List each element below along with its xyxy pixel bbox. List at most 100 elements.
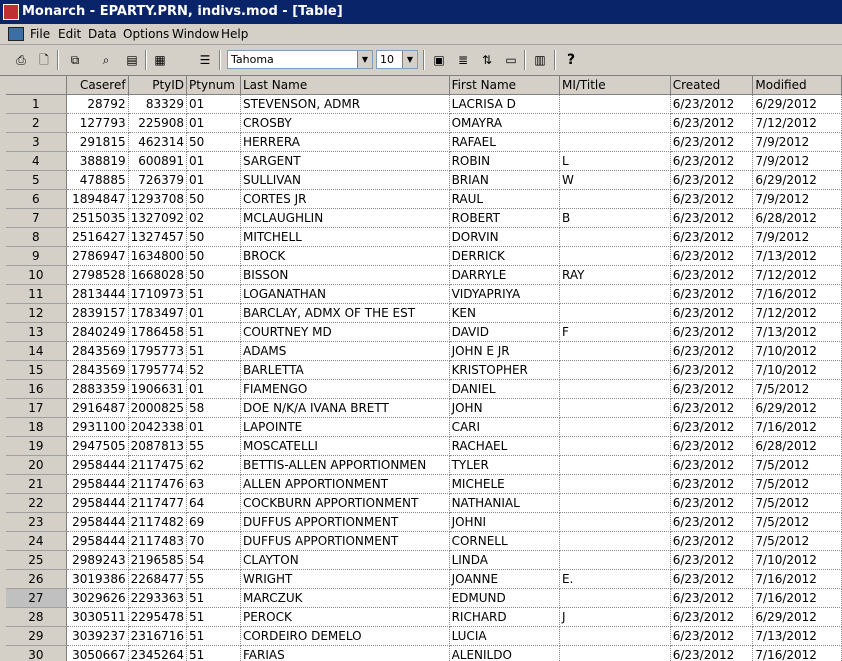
row-number[interactable]: 14 bbox=[6, 341, 67, 361]
table-cell[interactable]: 6/23/2012 bbox=[670, 436, 754, 456]
table-cell[interactable]: MICHELE bbox=[449, 474, 560, 494]
table-cell[interactable]: ROBERT bbox=[449, 208, 560, 228]
table-cell[interactable]: 2293363 bbox=[128, 588, 188, 608]
column-header[interactable]: Last Name bbox=[240, 76, 450, 95]
table-row[interactable]: 14 2843569 1795773 51 ADAMS JOHN E JR 6/23/201… bbox=[6, 341, 842, 361]
sort-button[interactable]: ☰ bbox=[194, 49, 216, 70]
table-cell[interactable]: 291815 bbox=[66, 132, 129, 152]
table-cell[interactable]: KEN bbox=[449, 303, 560, 323]
table-cell[interactable]: MCLAUGHLIN bbox=[240, 208, 450, 228]
table-cell[interactable]: DORVIN bbox=[449, 227, 560, 247]
table-cell[interactable]: STEVENSON, ADMR bbox=[240, 94, 450, 114]
column-header[interactable]: First Name bbox=[449, 76, 560, 95]
table-cell[interactable]: 2798528 bbox=[66, 265, 129, 285]
table-row[interactable]: 30 3050667 2345264 51 FARIAS ALENILDO 6/23/201… bbox=[6, 645, 842, 661]
table-cell[interactable]: 6/23/2012 bbox=[670, 645, 754, 661]
table-cell[interactable]: CORDEIRO DEMELO bbox=[240, 626, 450, 646]
table-cell[interactable]: 6/23/2012 bbox=[670, 170, 754, 190]
table-cell[interactable]: 6/23/2012 bbox=[670, 113, 754, 133]
table-row[interactable]: 28 3030511 2295478 51 PEROCK RICHARD J 6/23/201… bbox=[6, 607, 842, 627]
table-cell[interactable]: ADAMS bbox=[240, 341, 450, 361]
grid-button[interactable]: ▦ bbox=[149, 49, 171, 70]
table-cell[interactable]: 6/23/2012 bbox=[670, 512, 754, 532]
table-cell[interactable] bbox=[559, 455, 671, 475]
table-cell[interactable]: 2947505 bbox=[66, 436, 129, 456]
table-cell[interactable]: CLAYTON bbox=[240, 550, 450, 570]
table-cell[interactable]: 51 bbox=[186, 626, 241, 646]
table-row[interactable]: 21 2958444 2117476 63 ALLEN APPORTIONMENT MIC… bbox=[6, 474, 842, 494]
table-row[interactable]: 29 3039237 2316716 51 CORDEIRO DEMELO LUCIA 6/… bbox=[6, 626, 842, 646]
table-cell[interactable]: LUCIA bbox=[449, 626, 560, 646]
table-cell[interactable] bbox=[559, 512, 671, 532]
table-cell[interactable]: COURTNEY MD bbox=[240, 322, 450, 342]
table-cell[interactable]: 01 bbox=[186, 113, 241, 133]
menu-options[interactable]: Options bbox=[123, 27, 169, 41]
table-cell[interactable]: 6/29/2012 bbox=[752, 170, 842, 190]
table-cell[interactable]: 7/5/2012 bbox=[752, 379, 842, 399]
table-cell[interactable]: 2958444 bbox=[66, 512, 129, 532]
print-button[interactable]: ⎙ bbox=[10, 49, 32, 70]
table-cell[interactable]: 28792 bbox=[66, 94, 129, 114]
table-cell[interactable]: 7/16/2012 bbox=[752, 284, 842, 304]
table-cell[interactable]: DANIEL bbox=[449, 379, 560, 399]
monarch-app-icon[interactable] bbox=[3, 4, 19, 20]
table-cell[interactable]: 726379 bbox=[128, 170, 188, 190]
table-cell[interactable]: 1634800 bbox=[128, 246, 188, 266]
table-cell[interactable]: LAPOINTE bbox=[240, 417, 450, 437]
table-cell[interactable]: SARGENT bbox=[240, 151, 450, 171]
table-cell[interactable]: 58 bbox=[186, 398, 241, 418]
table-cell[interactable] bbox=[559, 94, 671, 114]
table-cell[interactable]: 2843569 bbox=[66, 360, 129, 380]
table-cell[interactable]: 3050667 bbox=[66, 645, 129, 661]
table-cell[interactable]: 2839157 bbox=[66, 303, 129, 323]
table-cell[interactable]: COCKBURN APPORTIONMENT bbox=[240, 493, 450, 513]
table-cell[interactable] bbox=[559, 341, 671, 361]
table-cell[interactable]: 1327457 bbox=[128, 227, 188, 247]
column-header[interactable]: Created bbox=[670, 76, 754, 95]
calculator-button[interactable]: ▣ bbox=[428, 49, 450, 70]
table-cell[interactable] bbox=[559, 493, 671, 513]
table-cell[interactable]: 1783497 bbox=[128, 303, 188, 323]
table-cell[interactable]: MOSCATELLI bbox=[240, 436, 450, 456]
table-cell[interactable] bbox=[559, 284, 671, 304]
table-cell[interactable]: 51 bbox=[186, 322, 241, 342]
table-cell[interactable] bbox=[559, 246, 671, 266]
table-cell[interactable]: 01 bbox=[186, 170, 241, 190]
row-number[interactable]: 21 bbox=[6, 474, 67, 494]
table-cell[interactable]: 7/12/2012 bbox=[752, 113, 842, 133]
row-number[interactable]: 5 bbox=[6, 170, 67, 190]
table-cell[interactable]: 7/10/2012 bbox=[752, 341, 842, 361]
table-cell[interactable]: 2883359 bbox=[66, 379, 129, 399]
field-list-button[interactable]: ≣ bbox=[452, 49, 474, 70]
table-cell[interactable]: 7/13/2012 bbox=[752, 626, 842, 646]
row-number[interactable]: 13 bbox=[6, 322, 67, 342]
sort-order-button[interactable]: ⇅ bbox=[476, 49, 498, 70]
table-cell[interactable]: B bbox=[559, 208, 671, 228]
table-cell[interactable]: 51 bbox=[186, 284, 241, 304]
table-cell[interactable]: 462314 bbox=[128, 132, 188, 152]
table-cell[interactable]: 6/23/2012 bbox=[670, 417, 754, 437]
table-row[interactable]: 27 3029626 2293363 51 MARCZUK EDMUND 6/23/2012… bbox=[6, 588, 842, 608]
column-header[interactable]: Ptynum bbox=[186, 76, 241, 95]
table-cell[interactable]: 3019386 bbox=[66, 569, 129, 589]
table-cell[interactable]: 7/13/2012 bbox=[752, 246, 842, 266]
document-icon[interactable] bbox=[8, 27, 24, 41]
table-cell[interactable]: 7/16/2012 bbox=[752, 417, 842, 437]
table-cell[interactable]: 2813444 bbox=[66, 284, 129, 304]
table-cell[interactable]: SULLIVAN bbox=[240, 170, 450, 190]
table-cell[interactable]: FIAMENGO bbox=[240, 379, 450, 399]
table-cell[interactable]: LOGANATHAN bbox=[240, 284, 450, 304]
table-cell[interactable]: 7/12/2012 bbox=[752, 303, 842, 323]
table-cell[interactable]: RAY bbox=[559, 265, 671, 285]
table-cell[interactable]: 2345264 bbox=[128, 645, 188, 661]
table-row[interactable]: 2 127793 225908 01 CROSBY OMAYRA 6/23/2012 7/12… bbox=[6, 113, 842, 133]
table-cell[interactable]: 6/23/2012 bbox=[670, 379, 754, 399]
table-cell[interactable]: 6/29/2012 bbox=[752, 398, 842, 418]
table-cell[interactable]: 7/5/2012 bbox=[752, 455, 842, 475]
row-number[interactable]: 29 bbox=[6, 626, 67, 646]
table-cell[interactable]: 7/16/2012 bbox=[752, 588, 842, 608]
table-cell[interactable]: LACRISA D bbox=[449, 94, 560, 114]
table-cell[interactable]: DAVID bbox=[449, 322, 560, 342]
table-cell[interactable]: 6/23/2012 bbox=[670, 455, 754, 475]
table-cell[interactable] bbox=[559, 132, 671, 152]
